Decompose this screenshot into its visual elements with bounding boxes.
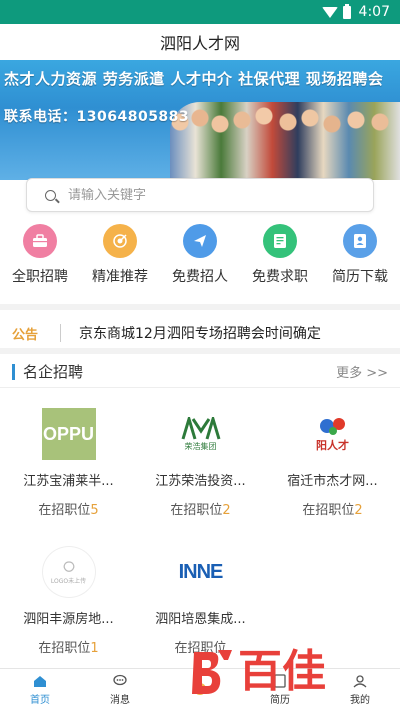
tab-messages[interactable]: 消息 [80,669,160,711]
quick-link-label: 全职招聘 [12,269,68,285]
notice-tag: 公告 [12,327,39,343]
company-name: 宿迁市杰才网... [287,474,378,489]
message-icon [113,674,127,686]
app-header: 泗阳人才网 [0,24,400,60]
watermark-logo: 百佳 [188,636,378,708]
battery-icon [342,3,351,19]
briefcase-icon [23,224,57,258]
company-jobs: 在招职位2 [302,503,363,518]
section-title-text: 名企招聘 [23,363,84,381]
banner-phone-text: 联系电话：13064805883 [4,109,190,125]
company-card[interactable]: OPPU 江苏宝浦莱半... 在招职位5 [2,388,135,518]
quick-link-free-hire[interactable]: 免费招人 [160,222,240,292]
status-time: 4:07 [358,4,390,20]
company-card[interactable]: 阳人才 宿迁市杰才网... 在招职位2 [266,388,399,518]
company-card[interactable]: 荣浩集团 江苏荣浩投资... 在招职位2 [134,388,267,518]
tab-home[interactable]: 首页 [0,669,80,711]
divider [0,348,400,354]
ronghao-logo-graphic [181,416,220,439]
send-icon [183,224,217,258]
search-box[interactable] [26,178,374,212]
company-logo: 阳人才 [305,408,360,460]
watermark-text: 百佳 [238,646,326,697]
quick-link-label: 精准推荐 [92,269,148,285]
search-input[interactable] [68,187,348,203]
company-logo-text: 荣浩集团 [184,441,217,451]
watermark-glyph [192,650,232,694]
company-logo: INNE [168,546,233,598]
quick-link-fulltime[interactable]: 全职招聘 [0,222,80,292]
banner-services-text: 杰才人力资源 劳务派遣 人才中介 社保代理 现场招聘会 [4,70,384,88]
tab-label: 消息 [110,695,130,706]
company-logo-text: LOGO未上传 [50,577,87,585]
search-icon [45,189,56,201]
wifi-icon [321,6,338,18]
quick-link-label: 免费招人 [172,269,228,285]
more-link[interactable]: 更多 >> [336,362,388,381]
promo-banner[interactable]: 杰才人力资源 劳务派遣 人才中介 社保代理 现场招聘会 联系电话：1306480… [0,60,400,180]
company-card[interactable]: LOGO未上传 泗阳丰源房地... 在招职位1 [2,526,135,656]
notice-divider [60,324,61,342]
company-logo: OPPU [41,408,96,460]
company-logo-text: OPPU [42,423,94,444]
company-name: 江苏荣浩投资... [155,474,246,489]
target-icon [103,224,137,258]
quick-link-label: 简历下载 [332,269,388,285]
company-logo-text: INNE [178,560,224,583]
company-name: 泗阳培恩集成... [155,612,246,627]
banner-people-image [170,102,400,180]
quick-link-resume-download[interactable]: 简历下载 [320,222,400,292]
status-bar: 4:07 [0,0,400,24]
section-title: 名企招聘 [0,361,83,382]
companies-section-header: 名企招聘 更多 >> [0,356,400,388]
section-title-marker [12,363,15,380]
home-icon [34,676,46,687]
company-name: 泗阳丰源房地... [23,612,114,627]
divider [0,304,400,310]
quick-link-free-jobsearch[interactable]: 免费求职 [240,222,320,292]
tab-label: 首页 [30,695,50,706]
jiecai-logo-graphic [319,418,345,435]
company-jobs: 在招职位1 [38,641,99,656]
notice-bar[interactable]: 公告 京东商城12月泗阳专场招聘会时间确定 [0,314,400,352]
company-jobs: 在招职位5 [38,503,99,518]
quick-link-recommend[interactable]: 精准推荐 [80,222,160,292]
company-logo: 荣浩集团 [173,408,228,460]
profile-icon [343,224,377,258]
notice-text[interactable]: 京东商城12月泗阳专场招聘会时间确定 [79,323,321,343]
company-logo-text: 阳人才 [316,439,349,452]
page-title: 泗阳人才网 [159,34,240,53]
company-name: 江苏宝浦莱半... [23,474,114,489]
placeholder-logo-graphic [63,560,74,572]
resume-icon [263,224,297,258]
company-jobs: 在招职位2 [170,503,231,518]
company-logo: LOGO未上传 [41,546,96,598]
quick-link-label: 免费求职 [252,269,308,285]
quick-links: 全职招聘 精准推荐 免费招人 免费求职 简历下载 [0,222,400,292]
